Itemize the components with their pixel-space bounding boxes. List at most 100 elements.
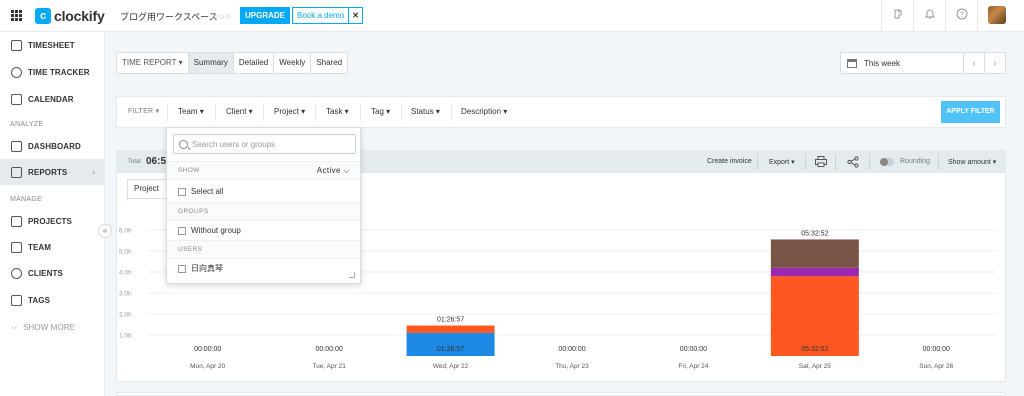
sidebar-item-timesheet[interactable]: TIMESHEET bbox=[0, 32, 105, 58]
time-report-dropdown[interactable]: TIME REPORT ▾ bbox=[117, 53, 189, 73]
filter-team[interactable]: Team ▾ bbox=[178, 97, 204, 127]
logo[interactable]: c clockify bbox=[35, 7, 105, 25]
search-field[interactable] bbox=[173, 134, 356, 154]
collapse-sidebar-button[interactable]: « bbox=[98, 224, 112, 238]
grid-icon[interactable] bbox=[11, 10, 22, 21]
groups-label: GROUPS bbox=[178, 208, 209, 215]
show-label: SHOW bbox=[178, 167, 200, 174]
help-icon[interactable]: ? bbox=[955, 8, 969, 22]
team-icon bbox=[11, 241, 22, 253]
sidebar-item-tags[interactable]: TAGS bbox=[0, 287, 105, 313]
y-tick-label: 3.0h bbox=[119, 291, 132, 298]
section-manage: MANAGE bbox=[10, 196, 43, 203]
date-range-label: This week bbox=[864, 58, 901, 68]
dashboard-icon bbox=[11, 140, 22, 152]
bar-value-label: 01:26:57 bbox=[437, 317, 464, 324]
select-all-checkbox[interactable] bbox=[178, 187, 186, 196]
projects-icon bbox=[11, 215, 22, 227]
bar-segment bbox=[770, 239, 859, 268]
sidebar-item-label: REPORTS bbox=[28, 167, 68, 177]
bottom-panel bbox=[116, 392, 1006, 396]
apply-filter-button[interactable]: APPLY FILTER bbox=[941, 101, 1000, 123]
search-icon bbox=[179, 139, 188, 149]
upgrade-button[interactable]: UPGRADE bbox=[240, 7, 291, 24]
filter-label[interactable]: FILTER ▾ bbox=[128, 97, 159, 127]
x-category-label: Tue, Apr 21 bbox=[312, 363, 346, 370]
calendar-icon bbox=[847, 58, 857, 68]
tab-summary[interactable]: Summary bbox=[188, 53, 234, 73]
user-checkbox[interactable] bbox=[178, 264, 186, 273]
duration-label: 05:32:52 bbox=[801, 346, 828, 353]
y-tick-label: 1.0h bbox=[119, 333, 132, 340]
filter-project[interactable]: Project ▾ bbox=[274, 97, 305, 127]
duration-label: 01:26:57 bbox=[437, 346, 464, 353]
sidebar-item-calendar[interactable]: CALENDAR bbox=[0, 86, 105, 112]
sidebar-item-team[interactable]: TEAM bbox=[0, 234, 105, 260]
sidebar-item-label: TEAM bbox=[28, 242, 52, 252]
resize-handle[interactable] bbox=[349, 272, 355, 278]
sidebar-item-reports[interactable]: REPORTS › bbox=[0, 159, 105, 185]
groups-header: GROUPS bbox=[167, 202, 360, 221]
sidebar-item-label: TIMESHEET bbox=[28, 40, 75, 50]
sidebar-item-label: DASHBOARD bbox=[28, 141, 81, 151]
report-tabs: TIME REPORT ▾ Summary Detailed Weekly Sh… bbox=[116, 52, 349, 74]
sidebar-item-dashboard[interactable]: DASHBOARD bbox=[0, 133, 105, 159]
select-all-label: Select all bbox=[191, 187, 224, 196]
divider bbox=[451, 103, 452, 121]
close-icon[interactable]: ✕ bbox=[348, 8, 362, 23]
x-category-label: Mon, Apr 20 bbox=[190, 363, 225, 370]
bar-segment bbox=[770, 276, 859, 356]
without-group-checkbox[interactable] bbox=[178, 226, 186, 235]
clock-icon bbox=[11, 66, 22, 78]
divider bbox=[167, 103, 168, 121]
tab-shared[interactable]: Shared bbox=[311, 53, 347, 73]
divider bbox=[945, 0, 946, 32]
next-range-button[interactable]: › bbox=[984, 52, 1006, 74]
divider bbox=[315, 103, 316, 121]
bell-icon[interactable] bbox=[923, 8, 937, 22]
book-demo-button[interactable]: Book a demo bbox=[293, 8, 348, 23]
filter-tag[interactable]: Tag ▾ bbox=[371, 97, 390, 127]
sidebar-item-label: SHOW MORE bbox=[23, 322, 76, 332]
calendar-icon bbox=[11, 93, 22, 105]
sidebar-item-projects[interactable]: PROJECTS bbox=[0, 208, 105, 234]
sidebar-item-label: PROJECTS bbox=[28, 216, 72, 226]
prev-range-button[interactable]: ‹ bbox=[963, 52, 985, 74]
filter-description[interactable]: Description ▾ bbox=[461, 97, 507, 127]
divider bbox=[360, 103, 361, 121]
without-group-option[interactable]: Without group bbox=[167, 221, 360, 240]
filter-bar: FILTER ▾ Team ▾ Client ▾ Project ▾ Task … bbox=[116, 96, 1006, 128]
user-option[interactable]: 日向真琴 bbox=[167, 259, 360, 278]
logo-text: clockify bbox=[54, 8, 105, 24]
tag-icon bbox=[11, 294, 22, 306]
puzzle-icon[interactable] bbox=[891, 8, 905, 22]
tab-weekly[interactable]: Weekly bbox=[274, 53, 312, 73]
top-bar: c clockify ブログ用ワークスペース ○○○ UPGRADE Book … bbox=[0, 0, 1024, 32]
divider bbox=[881, 0, 882, 32]
chevron-down-icon: ⌵ bbox=[11, 322, 18, 331]
show-status-select[interactable]: Active ⌵ bbox=[317, 166, 350, 176]
search-input[interactable] bbox=[192, 139, 352, 149]
sidebar-item-time-tracker[interactable]: TIME TRACKER bbox=[0, 59, 105, 85]
select-all-option[interactable]: Select all bbox=[167, 182, 360, 201]
y-tick-label: 5.0h bbox=[119, 249, 132, 256]
tab-detailed[interactable]: Detailed bbox=[234, 53, 275, 73]
divider bbox=[263, 103, 264, 121]
divider bbox=[215, 103, 216, 121]
filter-status[interactable]: Status ▾ bbox=[411, 97, 440, 127]
y-tick-label: 2.0h bbox=[119, 312, 132, 319]
chevron-right-icon: › bbox=[92, 167, 95, 177]
filter-client[interactable]: Client ▾ bbox=[226, 97, 253, 127]
duration-label: 00:00:00 bbox=[194, 346, 221, 353]
sidebar-item-clients[interactable]: CLIENTS bbox=[0, 260, 105, 286]
user-name: 日向真琴 bbox=[191, 264, 223, 273]
book-demo-banner: Book a demo ✕ bbox=[292, 7, 364, 24]
workspace-more-icon[interactable]: ○○○ bbox=[213, 11, 232, 21]
filter-task[interactable]: Task ▾ bbox=[326, 97, 349, 127]
duration-label: 00:00:00 bbox=[558, 346, 585, 353]
section-analyze: ANALYZE bbox=[10, 121, 44, 128]
avatar[interactable] bbox=[988, 6, 1006, 24]
sidebar-item-show-more[interactable]: ⌵ SHOW MORE bbox=[0, 314, 105, 340]
date-range-picker[interactable]: This week bbox=[840, 52, 964, 74]
workspace-name[interactable]: ブログ用ワークスペース bbox=[120, 10, 218, 23]
